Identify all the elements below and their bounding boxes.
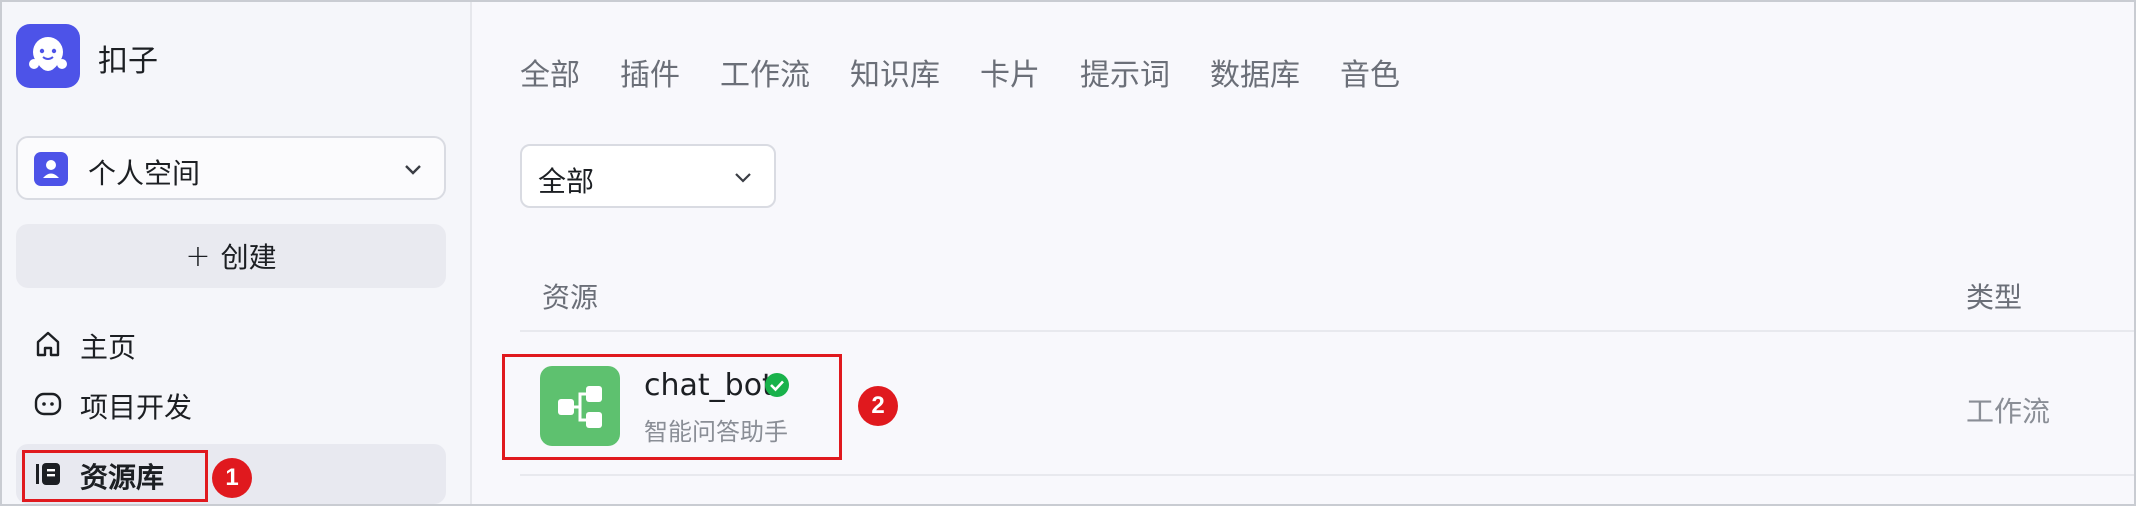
tab-knowledge[interactable]: 知识库 — [850, 50, 940, 94]
project-icon — [32, 388, 64, 420]
tab-workflows[interactable]: 工作流 — [720, 50, 810, 94]
type-filter-select[interactable]: 全部 — [520, 144, 776, 208]
annotation-badge-2: 2 — [858, 386, 898, 426]
type-filter-value: 全部 — [538, 165, 595, 198]
annotation-badge-1: 1 — [212, 458, 252, 498]
space-label: 个人空间 — [88, 157, 201, 190]
chevron-down-icon — [402, 158, 424, 184]
create-button[interactable]: + 创建 — [16, 224, 446, 288]
space-selector[interactable]: 个人空间 — [16, 136, 446, 200]
plus-icon: + — [185, 238, 211, 274]
app-frame: 扣子 个人空间 + 创建 主页 项目开发 资源库 全部 插件 工作流 知识库 卡… — [0, 0, 2136, 506]
tab-voices[interactable]: 音色 — [1340, 50, 1400, 94]
annotation-box-1 — [22, 450, 208, 502]
home-icon — [32, 328, 64, 360]
header-divider — [520, 330, 2134, 332]
user-icon — [34, 152, 68, 186]
tab-prompts[interactable]: 提示词 — [1080, 50, 1170, 94]
sidebar-item-label: 项目开发 — [80, 391, 193, 424]
main-content: 全部 插件 工作流 知识库 卡片 提示词 数据库 音色 全部 资源 类型 cha… — [474, 2, 2134, 504]
sidebar-item-projects[interactable]: 项目开发 — [16, 374, 446, 434]
create-label: 创建 — [220, 241, 277, 274]
app-name: 扣子 — [98, 44, 158, 79]
tab-cards[interactable]: 卡片 — [980, 50, 1040, 94]
annotation-box-2 — [502, 354, 842, 460]
sidebar-item-label: 主页 — [80, 331, 137, 364]
sidebar-item-home[interactable]: 主页 — [16, 314, 446, 374]
sidebar: 扣子 个人空间 + 创建 主页 项目开发 资源库 — [2, 2, 472, 504]
chevron-down-icon — [732, 166, 754, 192]
tab-databases[interactable]: 数据库 — [1210, 50, 1300, 94]
resource-type: 工作流 — [1966, 395, 2051, 428]
category-tabs: 全部 插件 工作流 知识库 卡片 提示词 数据库 音色 — [520, 50, 1440, 94]
row-divider — [520, 474, 2134, 476]
tab-all[interactable]: 全部 — [520, 50, 580, 94]
app-logo-icon[interactable] — [16, 24, 80, 88]
tab-plugins[interactable]: 插件 — [620, 50, 680, 94]
column-header-type[interactable]: 类型 — [1966, 276, 2022, 316]
column-header-resource: 资源 — [542, 281, 599, 314]
